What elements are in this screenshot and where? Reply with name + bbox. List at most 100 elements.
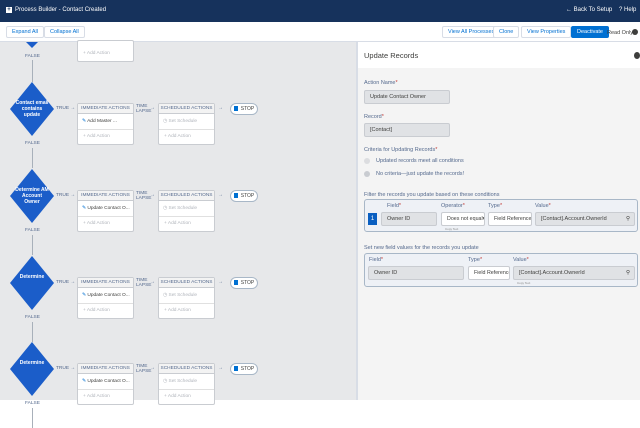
help-link[interactable]: ? Help <box>619 7 636 13</box>
add-action[interactable]: + Add Action <box>159 304 214 318</box>
diamond-partial[interactable] <box>26 42 38 48</box>
selected: Does not equal <box>447 216 483 222</box>
expand-all-button[interactable]: Expand All <box>6 26 44 38</box>
process-canvas[interactable]: FALSE + Add Action Contact email contain… <box>0 40 356 428</box>
deactivate-button[interactable]: Deactivate <box>571 26 609 38</box>
criteria-node[interactable]: Determine <box>10 256 54 310</box>
arrow-icon: → <box>218 106 223 111</box>
stop-icon <box>233 106 238 111</box>
criteria-label: Determine <box>19 360 45 366</box>
action-item[interactable]: ✎ Add Master ... <box>78 114 133 130</box>
immediate-actions-partial: + Add Action <box>77 40 134 62</box>
h: Value <box>535 203 549 209</box>
scheduled-actions-box: SCHEDULED ACTIONS ◷ Set Schedule + Add Act… <box>158 277 215 319</box>
h: Field <box>369 257 381 263</box>
h: Type <box>488 203 500 209</box>
t: Set Schedule <box>168 206 198 211</box>
stop-icon <box>233 280 238 285</box>
t: TRUE <box>56 366 70 371</box>
add-action[interactable]: + Add Action <box>78 390 133 404</box>
t: STOP <box>240 193 255 199</box>
copy-text[interactable]: Copy Text <box>445 227 458 231</box>
radio-label: Updated records meet all conditions <box>376 158 464 164</box>
action-item[interactable]: ✎ Update Contact O... <box>78 288 133 304</box>
help-icon[interactable] <box>634 52 640 59</box>
stop-icon <box>233 366 238 371</box>
scheduled-actions-box: SCHEDULED ACTIONS ◷ Set Schedule + Add Act… <box>158 190 215 232</box>
record-input[interactable]: [Contact] <box>364 123 450 137</box>
set-schedule[interactable]: ◷ Set Schedule <box>159 374 214 390</box>
add-action[interactable]: + Add Action <box>78 130 133 144</box>
scheduled-actions-box: SCHEDULED ACTIONS ◷ Set Schedule + Add Act… <box>158 103 215 145</box>
h: Field <box>387 203 399 209</box>
add-action[interactable]: + Add Action <box>159 130 214 144</box>
view-all-processes-button[interactable]: View All Processes <box>442 26 501 38</box>
criteria-node[interactable]: Determine <box>10 342 54 396</box>
filter-value-input[interactable]: [Contact].Account.OwnerId ⚲ <box>535 212 635 226</box>
set-schedule[interactable]: ◷ Set Schedule <box>159 201 214 217</box>
immediate-header: IMMEDIATE ACTIONS <box>78 104 133 114</box>
action-label: Update Contact O... <box>87 293 130 298</box>
add-action[interactable]: + Add Action <box>159 217 214 231</box>
immediate-actions-box: IMMEDIATE ACTIONS ✎ Update Contact O... + … <box>77 363 134 405</box>
type-select[interactable]: Field Reference▾ <box>488 212 532 226</box>
add-action[interactable]: + Add Action <box>78 304 133 318</box>
value-header: Value* <box>535 203 551 209</box>
info-icon <box>632 29 638 35</box>
h: Value <box>513 257 527 263</box>
true-label: TRUE → <box>56 106 76 111</box>
criteria-node[interactable]: Determine AM Account Owner <box>10 169 54 223</box>
app-title: Process Builder - Contact Created <box>15 7 107 13</box>
add-action[interactable]: + Add Action <box>159 390 214 404</box>
arrow-icon: → <box>218 366 223 371</box>
set-type-select[interactable]: Field Reference▾ <box>468 266 510 280</box>
clone-button[interactable]: Clone <box>493 26 520 38</box>
false-label: FALSE <box>25 54 40 59</box>
action-label: Update Contact O... <box>87 379 130 384</box>
immediate-actions-box: IMMEDIATE ACTIONS ✎ Update Contact O... + … <box>77 277 134 319</box>
toolbar: Expand All Collapse All View All Process… <box>0 22 640 42</box>
operator-select[interactable]: Does not equal▾ <box>441 212 485 226</box>
action-item[interactable]: ✎ Update Contact O... <box>78 201 133 217</box>
criteria-label: Determine <box>19 274 45 280</box>
type-header: Type* <box>468 257 483 263</box>
scheduled-header: SCHEDULED ACTIONS <box>159 364 214 374</box>
collapse-all-button[interactable]: Collapse All <box>44 26 85 38</box>
filter-field-input[interactable]: Owner ID <box>381 212 437 226</box>
arrow-icon: → <box>150 193 155 198</box>
value: [Contact].Account.OwnerId <box>519 270 585 276</box>
set-schedule[interactable]: ◷ Set Schedule <box>159 288 214 304</box>
set-values-label: Set new field values for the records you… <box>364 245 479 251</box>
criteria-node[interactable]: Contact email contains update <box>10 82 54 136</box>
diamond-shape <box>10 256 54 310</box>
set-field-input[interactable]: Owner ID <box>368 266 464 280</box>
action-label: Add Master ... <box>87 119 117 124</box>
criteria-radio-conditions[interactable]: Updated records meet all conditions <box>364 158 464 164</box>
filter-label: Filter the records you update based on t… <box>364 192 500 198</box>
action-name-input[interactable]: Update Contact Owner <box>364 90 450 104</box>
copy-text[interactable]: Copy Text <box>517 281 530 285</box>
scheduled-header: SCHEDULED ACTIONS <box>159 278 214 288</box>
back-to-setup-link[interactable]: ← Back To Setup <box>566 7 612 13</box>
arrow-icon: → <box>218 193 223 198</box>
selected: Field Reference <box>474 270 510 276</box>
false-label: FALSE <box>25 315 40 320</box>
t: STOP <box>240 280 255 286</box>
arrow-icon: → <box>150 280 155 285</box>
search-icon[interactable]: ⚲ <box>626 267 630 279</box>
add-action[interactable]: + Add Action <box>78 47 133 61</box>
view-properties-button[interactable]: View Properties <box>521 26 572 38</box>
panel-title: Update Records <box>358 42 640 68</box>
filter-condition-row: 1 Field* Operator* Type* Value* Owner ID… <box>364 199 638 232</box>
false-label: FALSE <box>25 401 40 406</box>
stop-node: STOP <box>230 363 258 375</box>
criteria-radio-no-criteria[interactable]: No criteria—just update the records! <box>364 171 464 177</box>
set-value-input[interactable]: [Contact].Account.OwnerId ⚲ <box>513 266 635 280</box>
h: Type <box>468 257 480 263</box>
set-schedule[interactable]: ◷ Set Schedule <box>159 114 214 130</box>
pencil-icon: ✎ <box>82 119 87 124</box>
search-icon[interactable]: ⚲ <box>626 213 630 225</box>
add-action[interactable]: + Add Action <box>78 217 133 231</box>
action-item[interactable]: ✎ Update Contact O... <box>78 374 133 390</box>
action-label: Update Contact O... <box>87 206 130 211</box>
